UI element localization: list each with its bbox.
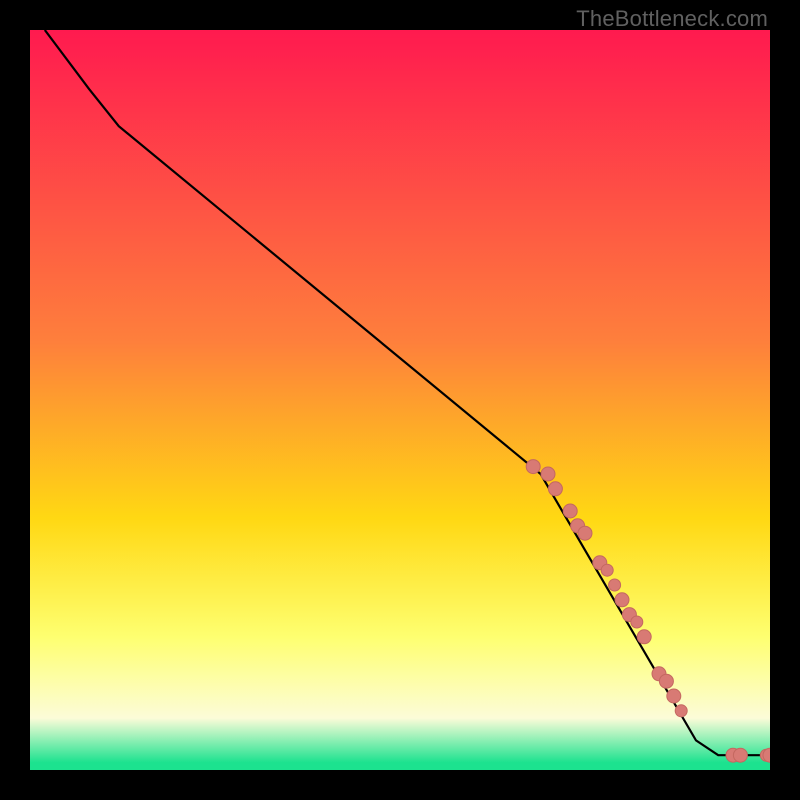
chart-marker <box>615 593 629 607</box>
chart-marker <box>733 748 747 762</box>
chart-marker <box>609 579 621 591</box>
chart-marker <box>578 526 592 540</box>
chart-svg <box>30 30 770 770</box>
chart-background-gradient <box>30 30 770 770</box>
watermark-text: TheBottleneck.com <box>576 6 768 32</box>
chart-plot-area <box>30 30 770 770</box>
chart-marker <box>526 460 540 474</box>
chart-marker <box>548 482 562 496</box>
chart-marker <box>637 630 651 644</box>
chart-frame: TheBottleneck.com <box>0 0 800 800</box>
chart-marker <box>659 674 673 688</box>
chart-marker <box>563 504 577 518</box>
chart-marker <box>601 564 613 576</box>
chart-marker <box>667 689 681 703</box>
chart-marker <box>675 705 687 717</box>
chart-marker <box>631 616 643 628</box>
chart-marker <box>541 467 555 481</box>
